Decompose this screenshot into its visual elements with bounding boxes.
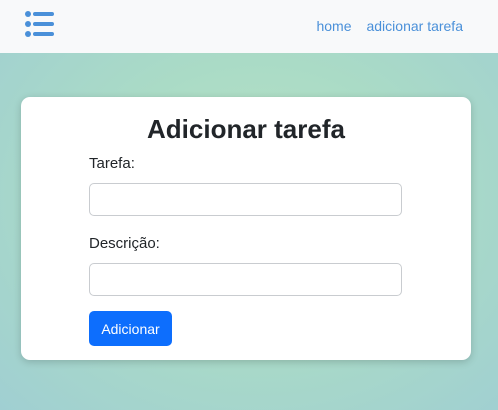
task-label: Tarefa: <box>89 155 135 172</box>
navbar: home adicionar tarefa <box>0 0 498 53</box>
page-title: Adicionar tarefa <box>147 114 345 144</box>
description-label: Descrição: <box>89 235 160 252</box>
task-input[interactable] <box>89 183 402 216</box>
description-input[interactable] <box>89 263 402 296</box>
add-task-card: Adicionar tarefa Tarefa: Descrição: Adic… <box>21 97 471 360</box>
nav-link-home[interactable]: home <box>316 17 351 35</box>
add-task-button[interactable]: Adicionar <box>89 311 172 346</box>
nav-link-adicionar-tarefa[interactable]: adicionar tarefa <box>366 17 463 35</box>
list-menu-icon[interactable] <box>25 11 54 37</box>
nav-links: home adicionar tarefa <box>316 17 463 35</box>
